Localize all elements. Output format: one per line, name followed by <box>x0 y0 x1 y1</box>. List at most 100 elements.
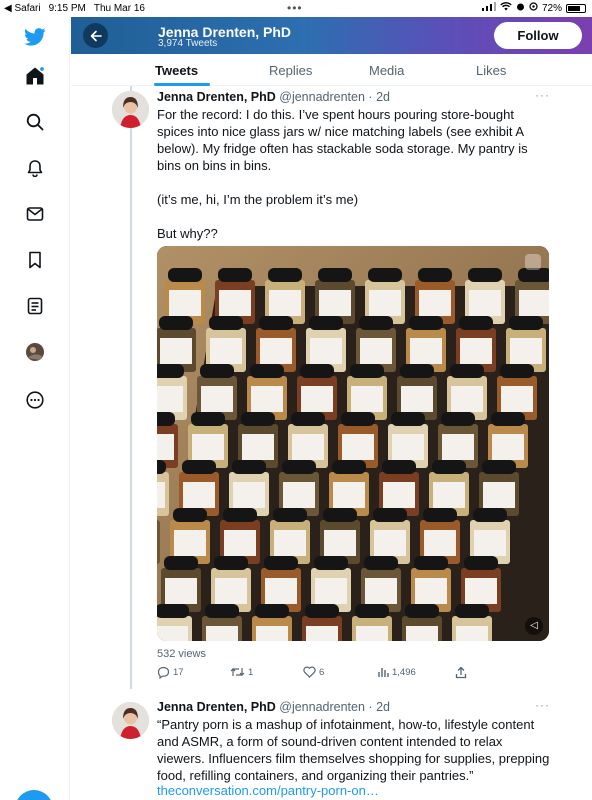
spice-jar <box>261 556 301 612</box>
like-button[interactable]: 6 <box>303 666 324 678</box>
reply-count: 17 <box>173 667 184 678</box>
spice-jar <box>288 412 328 468</box>
tab-likes[interactable]: Likes <box>476 63 506 78</box>
battery-percent: 72% <box>541 2 562 14</box>
tweet-media-video[interactable]: ◁ <box>157 246 549 641</box>
mute-toggle-icon[interactable]: ◁ <box>525 617 543 635</box>
spice-jar <box>402 604 442 641</box>
back-button[interactable] <box>83 23 108 48</box>
tab-tweets[interactable]: Tweets <box>155 63 198 78</box>
spice-jar <box>211 556 251 612</box>
spice-jar <box>157 412 178 468</box>
signal-icon <box>481 2 496 14</box>
wifi-icon <box>500 2 512 14</box>
profile-header: Jenna Drenten, PhD 3,974 Tweets Follow <box>71 17 592 54</box>
back-to-app-link[interactable]: ◀ Safari <box>4 3 41 14</box>
spice-jar <box>415 268 455 324</box>
tab-media[interactable]: Media <box>369 63 404 78</box>
spice-jar <box>365 268 405 324</box>
spice-jars-image <box>157 246 549 641</box>
spice-jar <box>438 412 478 468</box>
spice-jar <box>302 604 342 641</box>
spice-jar <box>388 412 428 468</box>
spice-jar <box>429 460 469 516</box>
status-date: Thu Mar 16 <box>93 3 145 14</box>
messages-icon[interactable] <box>22 201 48 227</box>
tweet-author-handle[interactable]: @jennadrenten <box>279 700 365 714</box>
spice-jar <box>465 268 505 324</box>
more-icon[interactable] <box>22 387 48 413</box>
spice-jar <box>247 364 287 420</box>
spice-jar <box>188 412 228 468</box>
tweet-more-button[interactable]: ··· <box>535 698 550 712</box>
spice-jar <box>470 508 510 564</box>
tweet-separator: · <box>368 700 373 714</box>
spice-jar <box>157 316 196 372</box>
spice-jar <box>397 364 437 420</box>
spice-jar <box>279 460 319 516</box>
spice-jar <box>506 316 546 372</box>
spice-jar <box>315 268 355 324</box>
retweet-icon <box>230 668 245 676</box>
spice-jar <box>515 268 549 324</box>
spice-jar <box>361 556 401 612</box>
tweet-timestamp[interactable]: 2d <box>376 90 390 104</box>
location-icon <box>529 2 538 14</box>
spice-jar <box>206 316 246 372</box>
spice-jar <box>165 268 205 324</box>
share-icon <box>455 666 467 679</box>
spice-jar <box>297 364 337 420</box>
analytics-icon <box>378 668 389 677</box>
analytics-count: 1,496 <box>392 666 416 678</box>
spice-jar <box>456 316 496 372</box>
profile-avatar-icon[interactable] <box>22 339 48 365</box>
lists-icon[interactable] <box>22 293 48 319</box>
tweet-more-button[interactable]: ··· <box>535 88 550 102</box>
tweet-link[interactable]: theconversation.com/pantry-porn-on… <box>157 783 379 798</box>
tweet-author-name[interactable]: Jenna Drenten, PhD <box>157 700 276 714</box>
spice-jar <box>461 556 501 612</box>
spice-jar <box>352 604 392 641</box>
tweet-separator: · <box>368 90 373 104</box>
spice-jar <box>411 556 451 612</box>
bookmarks-icon[interactable] <box>22 247 48 273</box>
spice-jar <box>270 508 310 564</box>
analytics-button[interactable]: 1,496 <box>377 666 416 678</box>
tab-replies[interactable]: Replies <box>269 63 312 78</box>
multitasking-dots-icon[interactable]: ••• <box>287 1 303 15</box>
avatar[interactable] <box>112 702 149 739</box>
spice-jar <box>347 364 387 420</box>
spice-jar <box>157 364 187 420</box>
reply-button[interactable]: 17 <box>157 666 184 679</box>
spice-jar <box>161 556 201 612</box>
alarm-icon <box>516 2 525 14</box>
tweet-views: 532 views <box>157 648 206 660</box>
profile-tabs: Tweets Replies Media Likes <box>71 54 592 86</box>
spice-jar <box>179 460 219 516</box>
tweet-count: 3,974 Tweets <box>158 38 218 49</box>
spice-jar <box>197 364 237 420</box>
spice-jar <box>379 460 419 516</box>
share-button[interactable] <box>455 666 467 679</box>
tweet-author-handle[interactable]: @jennadrenten <box>279 90 365 104</box>
twitter-logo-icon[interactable] <box>22 24 48 50</box>
active-tab-indicator <box>154 83 210 86</box>
spice-jar <box>220 508 260 564</box>
tweet-author-name[interactable]: Jenna Drenten, PhD <box>157 90 276 104</box>
spice-jar <box>479 460 519 516</box>
spice-jar <box>215 268 255 324</box>
spice-jar <box>356 316 396 372</box>
compose-tweet-button[interactable] <box>15 790 53 800</box>
battery-icon <box>566 3 586 13</box>
follow-button[interactable]: Follow <box>494 22 582 49</box>
notifications-icon[interactable] <box>22 155 48 181</box>
search-icon[interactable] <box>22 109 48 135</box>
retweet-button[interactable]: 1 <box>230 666 253 678</box>
spice-jar <box>497 364 537 420</box>
gif-badge-icon <box>525 254 541 270</box>
home-icon[interactable] <box>22 63 48 89</box>
tweet-timestamp[interactable]: 2d <box>376 700 390 714</box>
spice-jar <box>406 316 446 372</box>
avatar[interactable] <box>112 91 149 128</box>
spice-jar <box>252 604 292 641</box>
